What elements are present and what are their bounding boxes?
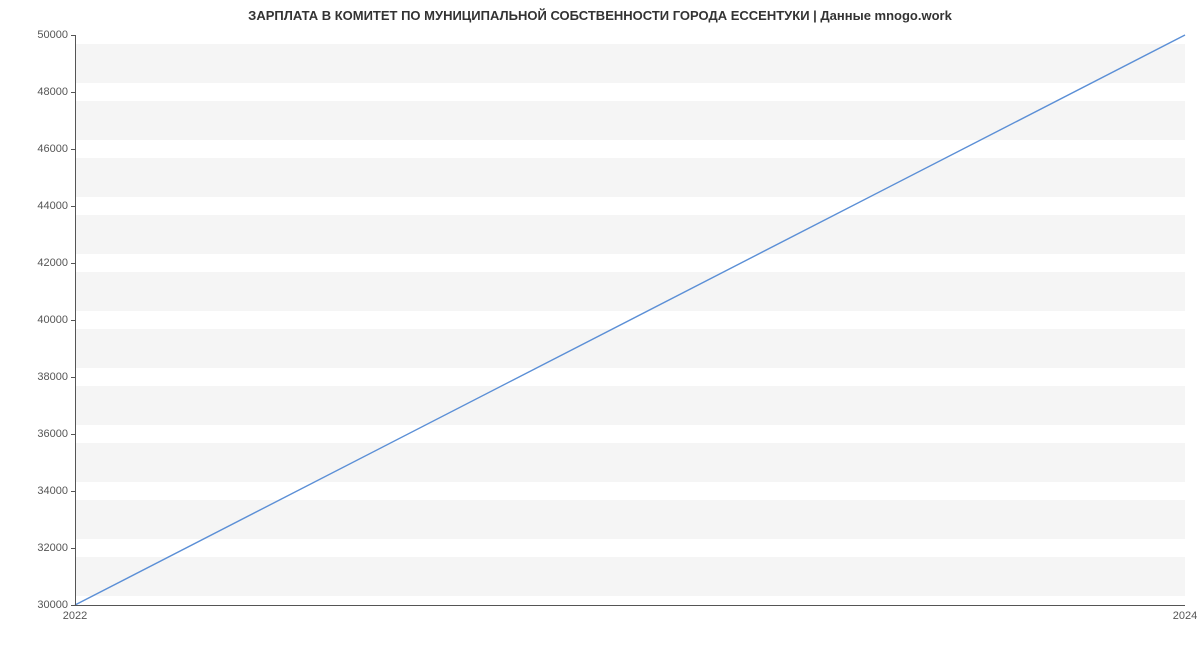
y-tick-mark xyxy=(71,548,75,549)
chart-title: ЗАРПЛАТА В КОМИТЕТ ПО МУНИЦИПАЛЬНОЙ СОБС… xyxy=(0,8,1200,23)
y-tick-mark xyxy=(71,434,75,435)
y-tick-label: 32000 xyxy=(8,542,68,554)
plot-area xyxy=(75,35,1185,605)
y-tick-label: 48000 xyxy=(8,86,68,98)
y-tick-label: 38000 xyxy=(8,371,68,383)
y-tick-mark xyxy=(71,92,75,93)
chart-svg xyxy=(75,35,1185,605)
y-tick-label: 44000 xyxy=(8,200,68,212)
y-tick-mark xyxy=(71,491,75,492)
x-tick-label: 2022 xyxy=(63,610,87,622)
y-tick-mark xyxy=(71,263,75,264)
y-tick-mark xyxy=(71,377,75,378)
x-tick-label: 2024 xyxy=(1173,610,1197,622)
y-tick-label: 36000 xyxy=(8,428,68,440)
y-tick-label: 42000 xyxy=(8,257,68,269)
y-axis-line xyxy=(75,35,76,605)
y-tick-mark xyxy=(71,149,75,150)
y-tick-label: 34000 xyxy=(8,485,68,497)
y-tick-mark xyxy=(71,605,75,606)
y-tick-mark xyxy=(71,35,75,36)
y-tick-mark xyxy=(71,320,75,321)
x-axis-line xyxy=(75,605,1185,606)
y-tick-label: 50000 xyxy=(8,29,68,41)
y-tick-label: 46000 xyxy=(8,143,68,155)
chart-container: ЗАРПЛАТА В КОМИТЕТ ПО МУНИЦИПАЛЬНОЙ СОБС… xyxy=(0,0,1200,650)
y-tick-mark xyxy=(71,206,75,207)
y-tick-label: 30000 xyxy=(8,599,68,611)
y-tick-label: 40000 xyxy=(8,314,68,326)
